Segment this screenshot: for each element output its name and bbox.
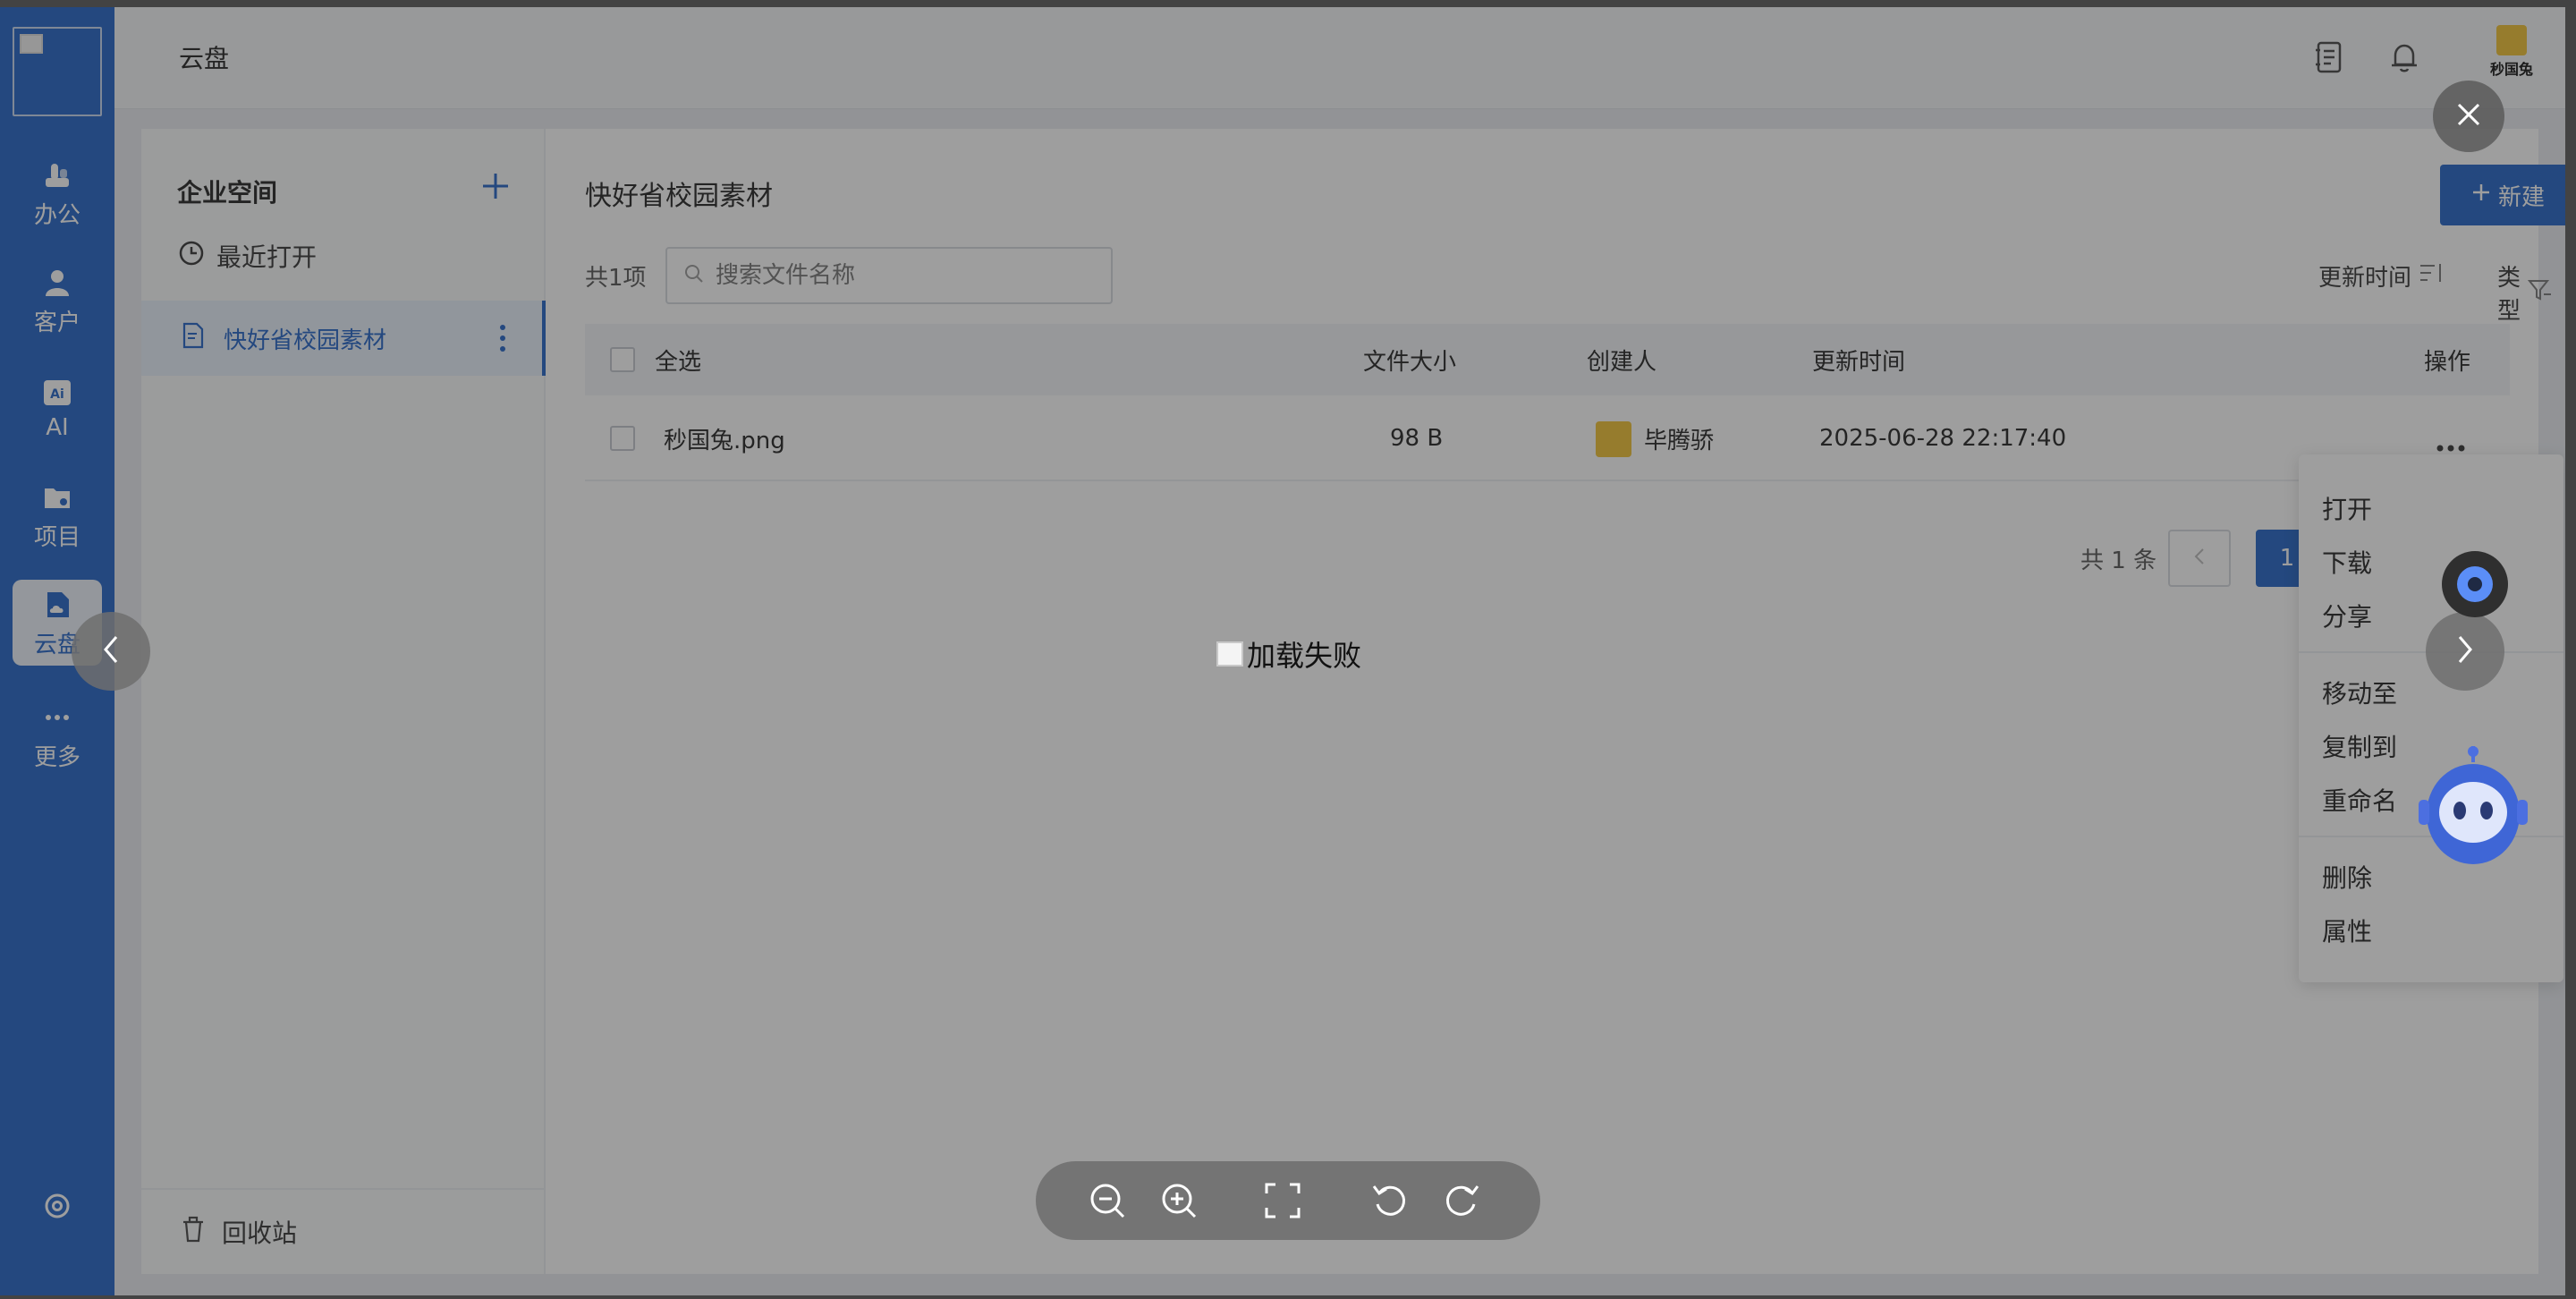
zoom-out-icon[interactable] bbox=[1088, 1181, 1127, 1220]
viewer-toolbar bbox=[1036, 1161, 1540, 1240]
viewer-image-failed: 加载失败 bbox=[1216, 633, 1361, 675]
viewer-alt-text: 加载失败 bbox=[1247, 639, 1362, 673]
chevron-right-icon bbox=[2454, 633, 2476, 669]
chevron-left-icon bbox=[100, 633, 122, 669]
rotate-left-icon[interactable] bbox=[1370, 1181, 1410, 1220]
floating-assistant-badge[interactable] bbox=[2442, 551, 2508, 617]
zoom-in-icon[interactable] bbox=[1159, 1181, 1199, 1220]
assistant-icon bbox=[2457, 566, 2493, 602]
viewer-next-button[interactable] bbox=[2426, 612, 2504, 691]
broken-image-icon bbox=[1216, 641, 1243, 666]
rotate-right-icon[interactable] bbox=[1442, 1181, 1481, 1220]
robot-assistant-icon[interactable] bbox=[2415, 743, 2531, 868]
viewer-close-button[interactable] bbox=[2433, 81, 2504, 152]
close-icon bbox=[2453, 99, 2484, 133]
fullscreen-icon[interactable] bbox=[1263, 1181, 1302, 1220]
viewer-prev-button[interactable] bbox=[72, 612, 150, 691]
